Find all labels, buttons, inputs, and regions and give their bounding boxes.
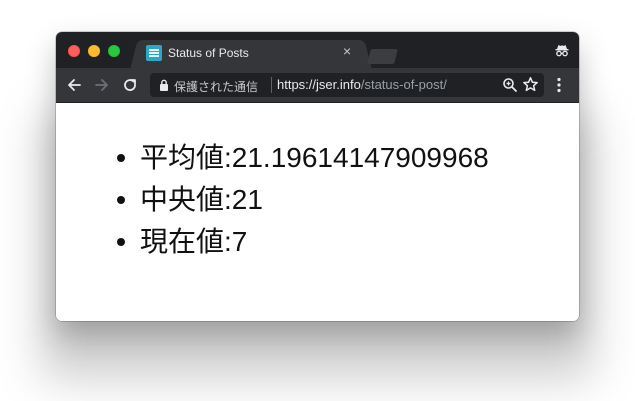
url-text[interactable]: https://jser.info/status-of-post/ <box>277 77 447 92</box>
url-scheme: https:// <box>277 77 317 92</box>
zoom-icon[interactable] <box>502 77 518 93</box>
stat-median: 中央値:21 <box>117 179 489 221</box>
tab-strip: Status of Posts × <box>56 32 579 68</box>
screenshot-stage: Status of Posts × 保護された通信 https://jser.i… <box>0 0 635 401</box>
stat-current-text: 現在値:7 <box>140 226 248 257</box>
browser-toolbar: 保護された通信 https://jser.info/status-of-post… <box>56 68 579 103</box>
browser-window: Status of Posts × 保護された通信 https://jser.i… <box>56 32 579 321</box>
reload-icon[interactable] <box>121 76 139 94</box>
url-path: /status-of-post/ <box>360 77 447 92</box>
more-vert-icon[interactable] <box>556 77 562 93</box>
stat-average-text: 平均値:21.19614147909968 <box>140 142 489 173</box>
favicon-icon <box>146 45 162 61</box>
stat-current: 現在値:7 <box>117 221 489 263</box>
list-bullet <box>117 196 125 204</box>
zoom-window-button[interactable] <box>108 45 120 57</box>
arrow-right-icon[interactable] <box>93 76 111 94</box>
list-bullet <box>117 238 125 246</box>
address-bar[interactable]: 保護された通信 https://jser.info/status-of-post… <box>150 73 544 97</box>
minimize-window-button[interactable] <box>88 45 100 57</box>
stats-list: 平均値:21.19614147909968 中央値:21 現在値:7 <box>56 137 489 263</box>
list-bullet <box>117 154 125 162</box>
arrow-left-icon[interactable] <box>65 76 83 94</box>
star-icon[interactable] <box>522 76 539 93</box>
secure-connection-label[interactable]: 保護された通信 <box>174 78 258 95</box>
incognito-icon <box>555 45 569 57</box>
tab-close-icon[interactable]: × <box>343 43 351 59</box>
stat-median-text: 中央値:21 <box>140 184 263 215</box>
tab-title: Status of Posts <box>168 46 249 60</box>
page-content: 平均値:21.19614147909968 中央値:21 現在値:7 <box>56 103 579 321</box>
lock-icon <box>160 79 168 91</box>
close-window-button[interactable] <box>68 45 80 57</box>
address-divider <box>271 77 272 93</box>
new-tab-button[interactable] <box>367 49 398 64</box>
stat-average: 平均値:21.19614147909968 <box>117 137 489 179</box>
url-host: jser.info <box>316 77 361 92</box>
